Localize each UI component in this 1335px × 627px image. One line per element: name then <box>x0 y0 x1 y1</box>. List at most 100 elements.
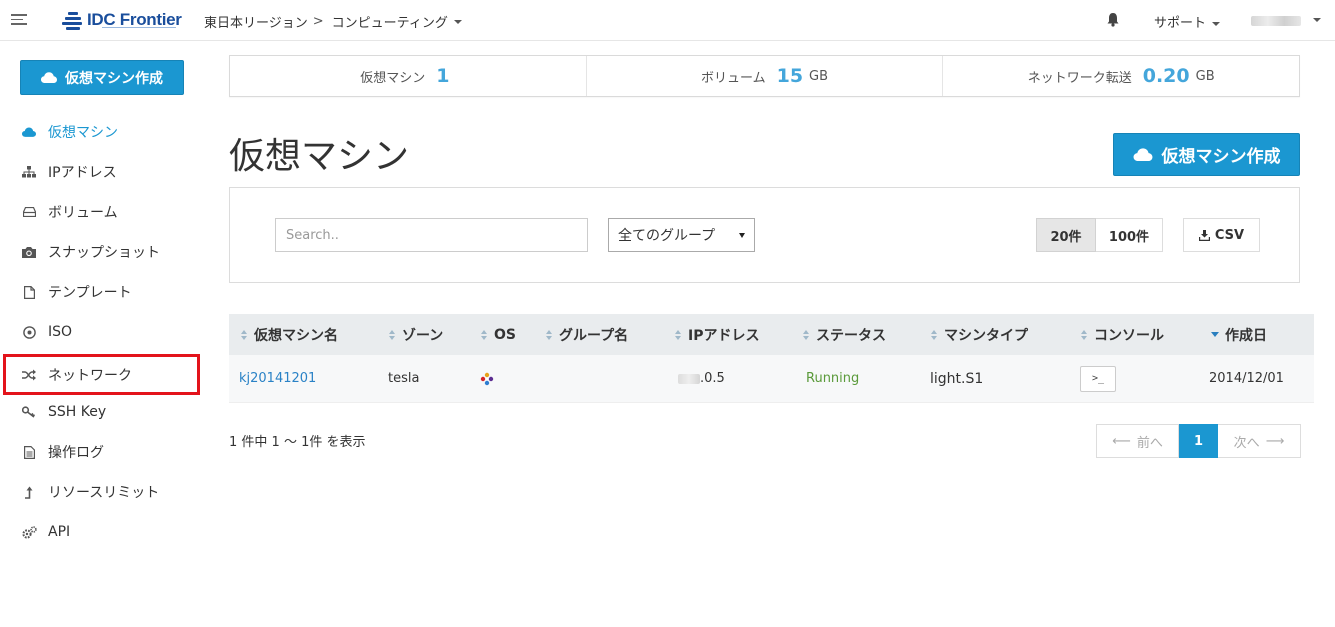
sidebar-item-operation-log[interactable]: 操作ログ <box>0 434 200 470</box>
sort-icon <box>241 329 248 340</box>
stat-vm-count: 仮想マシン 1 <box>230 56 586 96</box>
column-header-label: ゾーン <box>402 327 444 344</box>
column-header-label: 仮想マシン名 <box>254 327 338 344</box>
page-size-100-button[interactable]: 100件 <box>1096 218 1163 252</box>
stat-value: 0.20 <box>1142 65 1190 87</box>
sidebar-create-vm-label: 仮想マシン作成 <box>65 70 163 87</box>
column-header-console[interactable]: コンソール <box>1081 325 1164 345</box>
sidebar-item-vm[interactable]: 仮想マシン <box>0 114 200 150</box>
sort-icon <box>803 329 810 340</box>
csv-download-button[interactable]: CSV <box>1183 218 1260 252</box>
disc-icon <box>21 324 37 340</box>
pagination-next-label: 次へ <box>1233 435 1260 451</box>
sidebar-item-iso[interactable]: ISO <box>0 314 200 350</box>
stat-unit: GB <box>1195 68 1215 84</box>
search-input[interactable]: Search.. <box>275 218 588 252</box>
sidebar-item-api[interactable]: API <box>0 514 200 550</box>
sidebar-item-label: ネットワーク <box>48 367 132 384</box>
sort-desc-icon <box>1211 332 1219 337</box>
vm-name[interactable]: kj20141201 <box>239 371 316 386</box>
stat-label: ボリューム <box>700 70 766 86</box>
search-placeholder: Search.. <box>286 227 339 243</box>
user-name-redacted[interactable] <box>1251 16 1301 26</box>
pagination-prev-button[interactable]: ⟵ 前へ <box>1096 424 1179 458</box>
column-header-label: ステータス <box>816 327 886 344</box>
status-text: Running <box>806 371 860 386</box>
table-row: kj20141201 tesla .0.5 Running light.S1 >… <box>229 355 1314 403</box>
sidebar-item-ssh-key[interactable]: SSH Key <box>0 394 200 430</box>
breadcrumb-separator: > <box>312 14 324 29</box>
top-bar: IDC Frontier 東日本リージョン > コンピューティング サポート <box>0 0 1335 41</box>
sort-icon <box>675 329 682 340</box>
sidebar-item-resource-limit[interactable]: リソースリミット <box>0 474 200 510</box>
filter-panel: Search.. 全てのグループ 20件 100件 CSV <box>229 187 1300 283</box>
sidebar-item-ip[interactable]: IPアドレス <box>0 154 200 190</box>
sidebar-item-label: SSH Key <box>48 404 107 420</box>
chevron-down-icon[interactable] <box>453 19 462 24</box>
pagination-current-page[interactable]: 1 <box>1179 424 1218 458</box>
hdd-icon <box>21 204 37 220</box>
breadcrumb-service[interactable]: コンピューティング <box>332 12 448 31</box>
support-menu[interactable]: サポート <box>1154 12 1221 31</box>
sidebar-create-vm-button[interactable]: 仮想マシン作成 <box>20 60 184 95</box>
breadcrumb: 東日本リージョン > コンピューティング <box>204 12 462 31</box>
stats-bar: 仮想マシン 1 ボリューム 15 GB ネットワーク転送 0.20 GB <box>229 55 1300 97</box>
stat-value: 15 <box>776 65 804 87</box>
sidebar-item-network[interactable]: ネットワーク <box>3 354 200 395</box>
sitemap-icon <box>21 164 37 180</box>
column-header-created[interactable]: 作成日 <box>1211 325 1267 345</box>
cloud-icon <box>21 124 37 140</box>
column-header-label: コンソール <box>1094 327 1164 344</box>
console-button[interactable]: >_ <box>1080 365 1116 392</box>
logo[interactable]: IDC Frontier <box>62 8 182 32</box>
column-header-group[interactable]: グループ名 <box>546 325 628 345</box>
os-icon <box>480 372 494 386</box>
column-header-vm-name[interactable]: 仮想マシン名 <box>241 325 338 345</box>
sidebar-item-template[interactable]: テンプレート <box>0 274 200 310</box>
column-header-status[interactable]: ステータス <box>803 325 886 345</box>
support-label: サポート <box>1154 16 1207 31</box>
stat-network-transfer: ネットワーク転送 0.20 GB <box>942 56 1299 96</box>
arrow-left-icon: ⟵ <box>1112 433 1131 449</box>
sidebar-item-volume[interactable]: ボリューム <box>0 194 200 230</box>
column-header-ip[interactable]: IPアドレス <box>675 325 759 345</box>
column-header-machine-type[interactable]: マシンタイプ <box>931 325 1028 345</box>
pagination-next-button[interactable]: 次へ ⟶ <box>1218 424 1301 458</box>
key-icon <box>21 404 37 420</box>
bell-icon[interactable] <box>1106 12 1120 27</box>
sidebar-item-snapshot[interactable]: スナップショット <box>0 234 200 270</box>
create-vm-label: 仮想マシン作成 <box>1161 147 1281 167</box>
vm-ip: .0.5 <box>678 371 725 386</box>
column-header-os[interactable]: OS <box>481 327 516 343</box>
ip-redacted <box>678 373 700 384</box>
pagination: ⟵ 前へ 1 次へ ⟶ <box>1096 424 1301 458</box>
chevron-down-icon[interactable] <box>1313 18 1321 22</box>
group-select[interactable]: 全てのグループ <box>608 218 755 252</box>
stat-value: 1 <box>436 65 450 87</box>
stat-unit: GB <box>809 68 829 84</box>
stat-label: 仮想マシン <box>360 70 426 86</box>
cloud-icon <box>1133 148 1152 161</box>
stat-label: ネットワーク転送 <box>1027 70 1132 86</box>
logo-mark-icon <box>62 10 84 30</box>
file-icon <box>21 284 37 300</box>
create-vm-button[interactable]: 仮想マシン作成 <box>1113 133 1300 176</box>
cogs-icon <box>21 524 37 540</box>
sidebar-item-label: ISO <box>48 324 73 340</box>
camera-icon <box>21 244 37 260</box>
column-header-zone[interactable]: ゾーン <box>389 325 443 345</box>
page-size-20-button[interactable]: 20件 <box>1036 218 1096 252</box>
sidebar-item-label: スナップショット <box>48 245 160 261</box>
vm-machine-type: light.S1 <box>930 370 984 387</box>
logo-swoosh <box>102 27 176 28</box>
vm-name-link[interactable]: kj20141201 <box>239 371 316 386</box>
sidebar: 仮想マシン作成 仮想マシン IPアドレス ボリューム スナップショット テンプレ… <box>0 41 210 627</box>
sidebar-item-label: テンプレート <box>48 285 132 301</box>
breadcrumb-region[interactable]: 東日本リージョン <box>204 12 308 31</box>
vm-status: Running <box>806 371 859 386</box>
dropdown-arrow-icon <box>739 232 745 238</box>
sort-icon <box>481 329 488 340</box>
vm-table: 仮想マシン名 ゾーン OS グループ名 IPアドレス ステータス マシンタイプ … <box>229 314 1314 403</box>
menu-toggle-icon[interactable] <box>11 14 27 26</box>
vm-zone: tesla <box>388 371 420 386</box>
